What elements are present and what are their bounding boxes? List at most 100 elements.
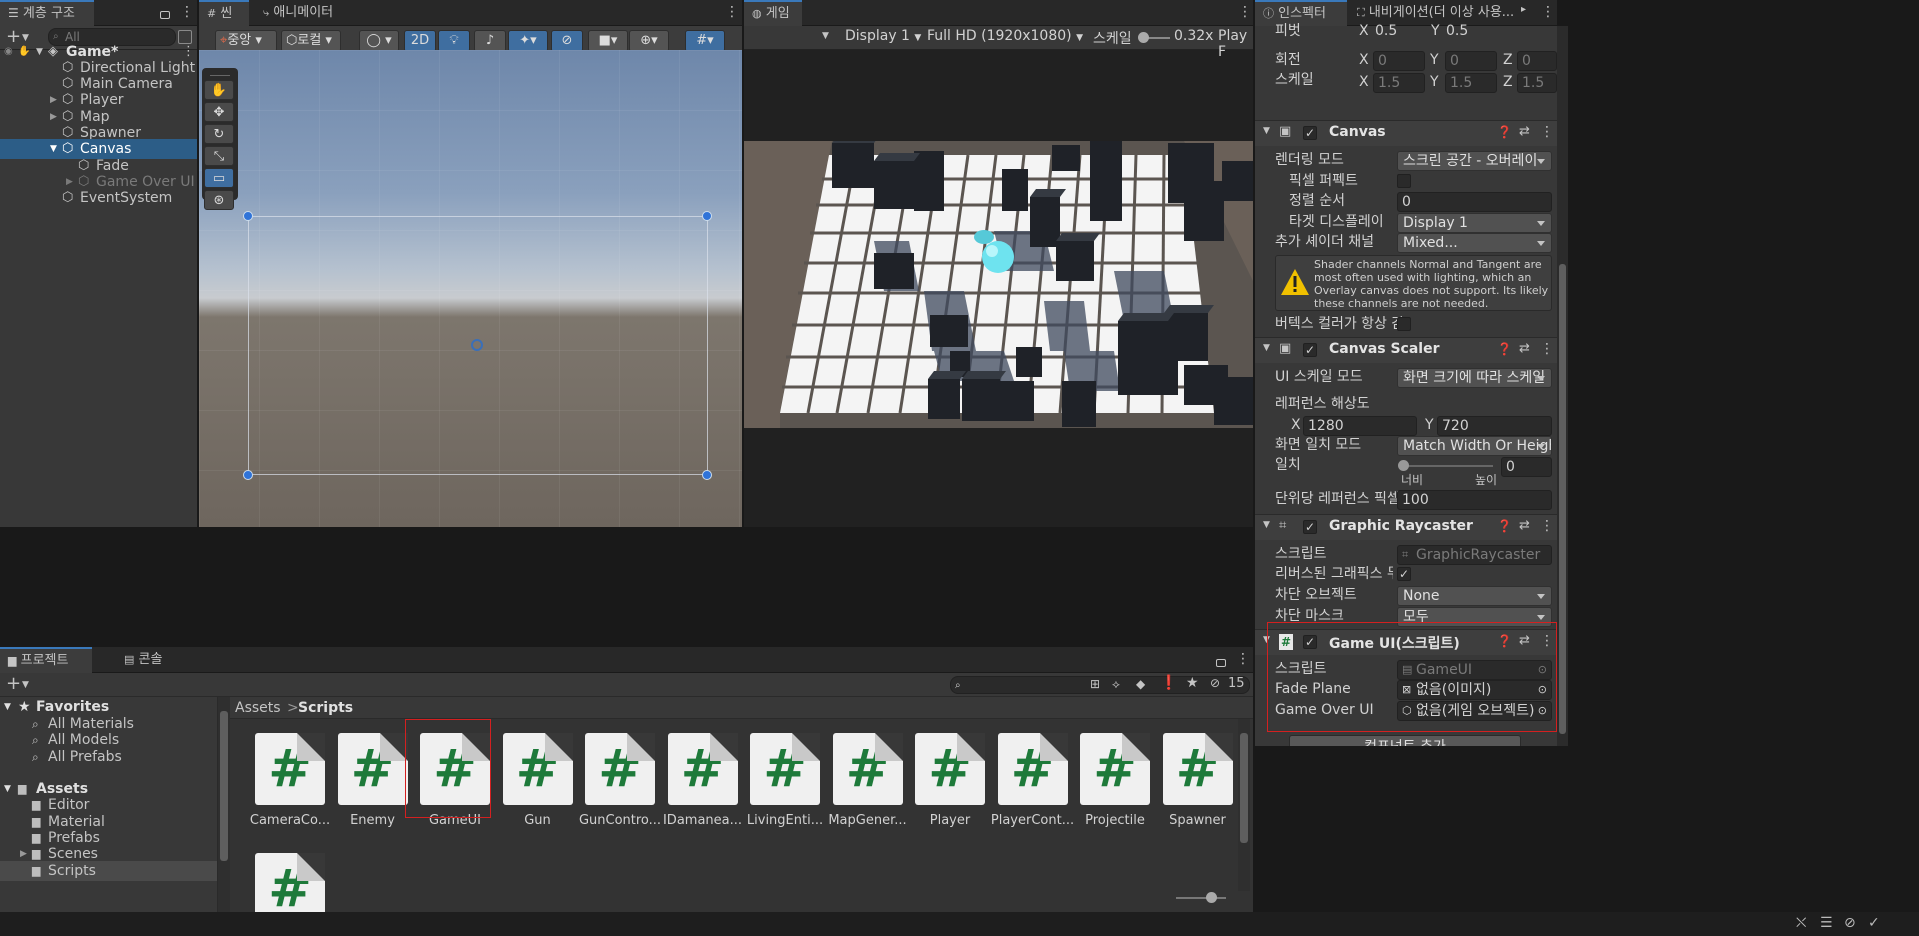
ignore-reversed-checkbox[interactable]: ✓ — [1397, 567, 1411, 581]
pivot-dropdown[interactable]: ⌖중앙 ▾ — [215, 30, 277, 52]
scale-slider[interactable] — [1138, 32, 1170, 43]
match-value-field[interactable]: 0 — [1501, 457, 1552, 477]
help-icon[interactable]: ❓ — [1497, 125, 1512, 139]
sort-order-field[interactable]: 0 — [1397, 192, 1552, 212]
gizmos-dropdown[interactable]: ⊕▾ — [629, 30, 669, 52]
canvas-scaler-enabled-checkbox[interactable]: ✓ — [1303, 343, 1317, 357]
display-dropdown[interactable]: Display 1 ▼ — [845, 28, 921, 44]
scale-x-field[interactable]: 1.5 — [1373, 73, 1425, 93]
chevron-down-icon[interactable]: ▼ — [22, 673, 29, 697]
rect-handle-bottom-left[interactable] — [243, 470, 253, 480]
tab-scene[interactable]: # 씬 — [199, 0, 249, 26]
preset-icon[interactable]: ⇄ — [1519, 518, 1530, 533]
tab-hierarchy[interactable]: ☰ 계층 구조 — [0, 0, 94, 26]
space-dropdown[interactable]: ⬡로컬 ▾ — [281, 30, 341, 52]
foldout-arrow-icon[interactable]: ▼ — [1263, 126, 1270, 136]
asset-scrollbar[interactable] — [1238, 719, 1250, 891]
rect-handle-top-right[interactable] — [702, 211, 712, 221]
csharp-script-icon[interactable]: # — [255, 853, 325, 912]
tab-animator[interactable]: ⤷ 애니메이터 — [255, 0, 341, 26]
search-by-type-icon[interactable]: ⊞ — [1090, 677, 1100, 691]
help-icon[interactable]: ❓ — [1497, 342, 1512, 356]
rotation-x-field[interactable]: 0 — [1373, 51, 1425, 71]
game-mode-dropdown[interactable]: ▼ — [822, 31, 829, 41]
tab-project[interactable]: ▆ 프로젝트 — [0, 647, 92, 673]
pivot-handle[interactable] — [471, 339, 483, 351]
lock-icon[interactable] — [1216, 659, 1226, 667]
search-by-label-icon[interactable]: ⟡ — [1112, 677, 1120, 692]
more-options-icon[interactable]: ⋮ — [1540, 124, 1554, 140]
foldout-arrow-icon[interactable]: ▼ — [1263, 520, 1270, 530]
add-icon[interactable]: + — [6, 673, 21, 695]
reference-x-field[interactable]: 1280 — [1303, 416, 1417, 436]
blocking-objects-dropdown[interactable]: None — [1397, 586, 1552, 606]
pivot-x-value[interactable]: 0.5 — [1375, 21, 1397, 41]
more-options-icon[interactable]: ⋮ — [1540, 518, 1554, 534]
preset-icon[interactable]: ⇄ — [1519, 341, 1530, 356]
ui-scale-mode-dropdown[interactable]: 화면 크기에 따라 스케일 — [1397, 368, 1552, 388]
target-display-dropdown[interactable]: Display 1 — [1397, 213, 1552, 233]
game-viewport[interactable] — [744, 141, 1253, 428]
scale-tool-button[interactable]: ⤡ — [204, 146, 234, 166]
cache-icon[interactable]: ⊘ — [1844, 915, 1856, 931]
pivot-y-value[interactable]: 0.5 — [1446, 21, 1468, 41]
rect-handle-bottom-right[interactable] — [702, 470, 712, 480]
audio-toggle[interactable]: ♪ — [474, 30, 506, 52]
scene-viewport[interactable]: ✋ ✥ ↻ ⤡ ▭ ⊛ — [199, 50, 742, 527]
tag-icon[interactable]: ◆ — [1136, 677, 1145, 691]
scale-slider-thumb[interactable] — [1138, 32, 1149, 43]
asset-size-slider-thumb[interactable] — [1206, 892, 1217, 903]
more-options-icon[interactable]: ⋮ — [1238, 4, 1252, 20]
effects-toggle[interactable]: ✦▾ — [508, 30, 548, 52]
more-options-icon[interactable]: ⋮ — [1540, 341, 1554, 357]
foldout-arrow-icon[interactable]: ▼ — [1263, 343, 1270, 353]
tab-inspector[interactable]: ⓘ 인스펙터 — [1255, 0, 1347, 26]
add-component-button[interactable]: 컴포넌트 추가 — [1289, 735, 1521, 746]
play-focused-dropdown[interactable]: Play F — [1218, 28, 1253, 60]
reference-ppu-field[interactable]: 100 — [1397, 490, 1552, 510]
vertex-color-checkbox[interactable] — [1397, 317, 1411, 331]
tab-game[interactable]: ◍ 게임 — [744, 0, 802, 26]
rect-handle-top-left[interactable] — [243, 211, 253, 221]
asset-scrollbar-thumb[interactable] — [1240, 733, 1248, 843]
debug-icon[interactable]: ⛌ — [1796, 915, 1806, 931]
scale-z-field[interactable]: 1.5 — [1517, 73, 1557, 93]
rotate-tool-button[interactable]: ↻ — [204, 124, 234, 144]
more-options-icon[interactable]: ⋮ — [1236, 651, 1250, 667]
favorite-all-prefabs[interactable]: ⌕ All Prefabs — [0, 747, 217, 767]
folder-tree-scrollbar-thumb[interactable] — [220, 711, 228, 861]
canvas-scaler-header[interactable]: ▼ ▣ ✓ Canvas Scaler ❓ ⇄ ⋮ — [1255, 337, 1557, 363]
canvas-component-header[interactable]: ▼ ▣ ✓ Canvas ❓ ⇄ ⋮ — [1255, 120, 1557, 146]
help-icon[interactable]: ❓ — [1497, 519, 1512, 533]
more-options-icon[interactable]: ⋮ — [725, 4, 739, 20]
rect-tool-button[interactable]: ▭ — [204, 168, 234, 188]
folder-tree-scrollbar[interactable] — [218, 697, 230, 912]
transform-tool-button[interactable]: ⊛ — [204, 190, 234, 210]
more-options-icon[interactable]: ⋮ — [180, 4, 194, 20]
layers-icon[interactable]: ☰ — [1820, 915, 1833, 931]
tab-console[interactable]: ▤ 콘솔 — [116, 647, 170, 673]
progress-check-icon[interactable]: ✓ — [1868, 915, 1880, 931]
tab-overflow-icon[interactable]: ▸ — [1521, 4, 1526, 15]
camera-dropdown[interactable]: ■▾ — [588, 30, 628, 52]
rotation-z-field[interactable]: 0 — [1517, 51, 1557, 71]
hidden-objects-toggle[interactable]: ⊘ — [551, 30, 583, 52]
hidden-packages-icon[interactable]: ⊘ — [1210, 676, 1220, 690]
match-slider-thumb[interactable] — [1398, 460, 1409, 471]
shading-dropdown[interactable]: ◯ ▾ — [359, 30, 399, 52]
folder-scripts[interactable]: ▆ Scripts — [0, 861, 217, 881]
render-mode-dropdown[interactable]: 스크린 공간 - 오버레이 — [1397, 151, 1552, 171]
preset-icon[interactable]: ⇄ — [1519, 124, 1530, 139]
scale-y-field[interactable]: 1.5 — [1445, 73, 1497, 93]
raycaster-enabled-checkbox[interactable]: ✓ — [1303, 520, 1317, 534]
lighting-toggle[interactable]: 💡︎ — [438, 30, 470, 52]
graphic-raycaster-header[interactable]: ▼ ⌗ ✓ Graphic Raycaster ❓ ⇄ ⋮ — [1255, 514, 1557, 540]
rotation-y-field[interactable]: 0 — [1445, 51, 1497, 71]
mode-2d-toggle[interactable]: 2D — [404, 30, 436, 52]
script-asset-11[interactable]: # Spawner — [1148, 727, 1241, 847]
screen-match-mode-dropdown[interactable]: Match Width Or Heigh — [1397, 436, 1552, 456]
reference-y-field[interactable]: 720 — [1437, 416, 1552, 436]
inspector-scrollbar[interactable] — [1557, 26, 1568, 746]
inspector-scrollbar-thumb[interactable] — [1559, 264, 1566, 734]
star-icon[interactable]: ★ — [1186, 675, 1199, 691]
